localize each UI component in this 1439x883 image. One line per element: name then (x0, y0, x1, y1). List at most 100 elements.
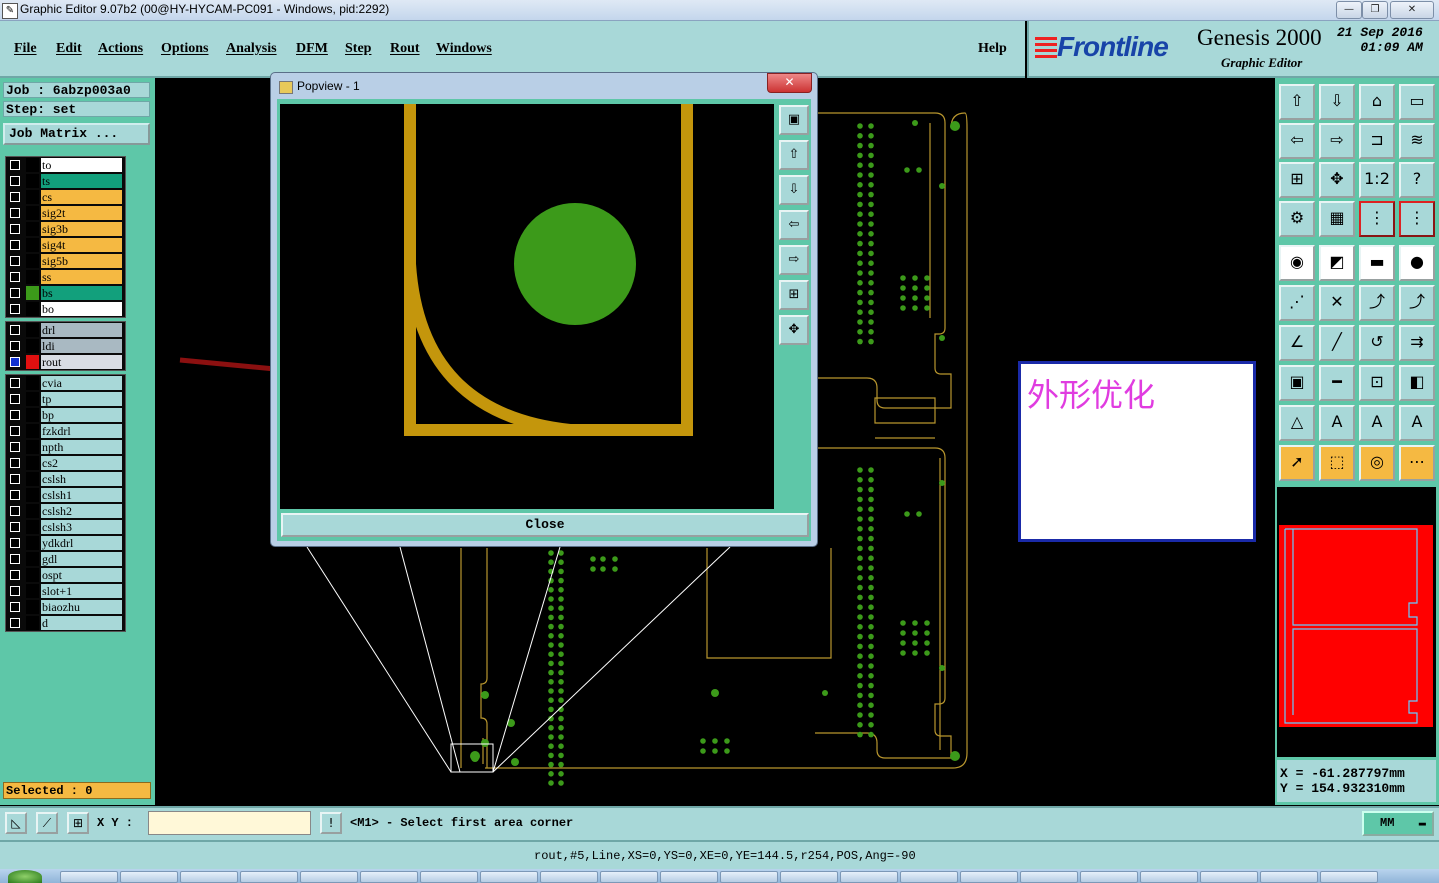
layer-name[interactable]: to (41, 158, 122, 172)
layer-row[interactable]: sig4t (6, 237, 125, 253)
minimap[interactable] (1277, 487, 1436, 757)
layer-name[interactable]: ts (41, 174, 122, 188)
taskbar-item[interactable] (1020, 871, 1078, 883)
taskbar-item[interactable] (1260, 871, 1318, 883)
layer-name[interactable]: bs (41, 286, 122, 300)
layer-checkbox[interactable] (10, 325, 20, 335)
taskbar-item[interactable] (720, 871, 778, 883)
layer-name[interactable]: cs (41, 190, 122, 204)
maximize-button[interactable]: ❐ (1362, 1, 1388, 19)
connect-icon[interactable]: ⋰ (1279, 285, 1315, 321)
layer-row[interactable]: ldi (6, 338, 125, 354)
taskbar-item[interactable] (600, 871, 658, 883)
layer-row[interactable]: fzkdrl (6, 423, 125, 439)
menu-help[interactable]: Help (978, 41, 1007, 57)
layer-checkbox[interactable] (10, 538, 20, 548)
layer-checkbox[interactable] (10, 378, 20, 388)
taskbar-item[interactable] (840, 871, 898, 883)
pointer-icon[interactable]: ➚ (1279, 445, 1315, 481)
layer-checkbox[interactable] (10, 602, 20, 612)
menu-rout[interactable]: Rout (390, 41, 420, 57)
layer-name[interactable]: ydkdrl (41, 536, 122, 550)
layer-checkbox[interactable] (10, 618, 20, 628)
layer-checkbox[interactable] (10, 586, 20, 596)
layer-name[interactable]: biaozhu (41, 600, 122, 614)
popview-tool-5-icon[interactable]: ⇨ (779, 245, 809, 275)
help-icon[interactable]: ? (1399, 162, 1435, 198)
layer-row[interactable]: sig2t (6, 205, 125, 221)
job-matrix-button[interactable]: Job Matrix ... (3, 123, 150, 145)
taskbar-item[interactable] (180, 871, 238, 883)
layer-row[interactable]: ospt (6, 567, 125, 583)
layer-row[interactable]: d (6, 615, 125, 631)
layer-row[interactable]: gdl (6, 551, 125, 567)
layer-checkbox[interactable] (10, 176, 20, 186)
layer-name[interactable]: bo (41, 302, 122, 316)
layer-name[interactable]: tp (41, 392, 122, 406)
popview-close-button[interactable]: Close (281, 513, 809, 537)
layer-name[interactable]: cslsh1 (41, 488, 122, 502)
scale-1-2-icon[interactable]: 1:2 (1359, 162, 1395, 198)
layer-row[interactable]: bs (6, 285, 125, 301)
home-up-icon[interactable]: ⇧ (1279, 84, 1315, 120)
s-curve-icon[interactable]: ≋ (1399, 123, 1435, 159)
snap-mode-icon[interactable]: ◺ (5, 812, 27, 834)
pan-right-icon[interactable]: ⇨ (1319, 123, 1355, 159)
layer-name[interactable]: cslsh2 (41, 504, 122, 518)
layer-row[interactable]: biaozhu (6, 599, 125, 615)
layer-row[interactable]: cvia (6, 375, 125, 391)
taskbar-item[interactable] (240, 871, 298, 883)
layer-name[interactable]: cvia (41, 376, 122, 390)
pan-left-icon[interactable]: ⇦ (1279, 123, 1315, 159)
layer-name[interactable]: d (41, 616, 122, 630)
layer-row[interactable]: cslsh (6, 471, 125, 487)
taskbar-item[interactable] (1200, 871, 1258, 883)
minimize-button[interactable]: — (1336, 1, 1362, 19)
layer-row[interactable]: cslsh2 (6, 503, 125, 519)
warning-c-icon[interactable]: A (1359, 405, 1395, 441)
measure-mode-icon[interactable]: ⟋ (36, 812, 58, 834)
layer-checkbox[interactable] (10, 490, 20, 500)
house-icon[interactable]: ⌂ (1359, 84, 1395, 120)
popview-tool-1-icon[interactable]: ▣ (779, 105, 809, 135)
layer-checkbox[interactable] (10, 240, 20, 250)
layer-checkbox[interactable] (10, 410, 20, 420)
menu-options[interactable]: Options (161, 41, 208, 57)
angle-icon[interactable]: ∠ (1279, 325, 1315, 361)
taskbar-item[interactable] (480, 871, 538, 883)
settings-icon[interactable]: ⚙ (1279, 201, 1315, 237)
layer-name[interactable]: ldi (41, 339, 122, 353)
taskbar-item[interactable] (660, 871, 718, 883)
layer-row[interactable]: cslsh3 (6, 519, 125, 535)
taskbar-item[interactable] (1140, 871, 1198, 883)
menu-edit[interactable]: Edit (56, 41, 82, 57)
popview-tool-4-icon[interactable]: ⇦ (779, 210, 809, 240)
layer-checkbox[interactable] (10, 554, 20, 564)
layer-name[interactable]: cslsh3 (41, 520, 122, 534)
cut-icon[interactable]: ━ (1319, 365, 1355, 401)
mirror-icon[interactable]: ⊐ (1359, 123, 1395, 159)
layer-row[interactable]: sig3b (6, 221, 125, 237)
snap-off-icon[interactable]: ⋮ (1399, 201, 1435, 237)
layer-row[interactable]: ss (6, 269, 125, 285)
line-icon[interactable]: ╱ (1319, 325, 1355, 361)
layer-row[interactable]: ydkdrl (6, 535, 125, 551)
warning-b-icon[interactable]: A (1319, 405, 1355, 441)
layer-checkbox[interactable] (10, 288, 20, 298)
ruler-icon[interactable]: ▬ (1359, 245, 1395, 281)
taskbar-item[interactable] (360, 871, 418, 883)
pointer-circle-icon[interactable]: ◎ (1359, 445, 1395, 481)
layer-checkbox[interactable] (10, 522, 20, 532)
fit-box-icon[interactable]: ⊡ (1359, 365, 1395, 401)
layer-checkbox[interactable] (10, 208, 20, 218)
layer-row[interactable]: npth (6, 439, 125, 455)
layer-name[interactable]: sig3b (41, 222, 122, 236)
layer-row[interactable]: slot+1 (6, 583, 125, 599)
warning-a-icon[interactable]: △ (1279, 405, 1315, 441)
layer-name[interactable]: slot+1 (41, 584, 122, 598)
split-icon[interactable]: ⇉ (1399, 325, 1435, 361)
layer-checkbox[interactable] (10, 426, 20, 436)
route-alt-icon[interactable]: ⤴ (1399, 285, 1435, 321)
layer-checkbox[interactable] (10, 304, 20, 314)
pointer-box-icon[interactable]: ⬚ (1319, 445, 1355, 481)
